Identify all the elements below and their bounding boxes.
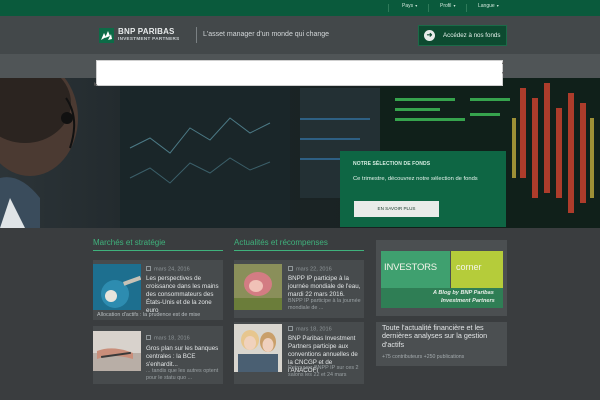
- access-funds-button[interactable]: ➜ Accédez à nos fonds: [418, 25, 507, 46]
- article-snippet: Allocation d'actifs : la prudence est de…: [97, 312, 201, 318]
- top-utility-bar: Pays ▾ Profil ▾ Langue ▾: [0, 0, 600, 16]
- article-snippet: Retrouvez BNPP IP sur ces 2 salons les 2…: [288, 365, 359, 378]
- news-section-title[interactable]: Actualités et récompenses: [234, 238, 328, 247]
- logo-subtitle[interactable]: INVESTMENT PARTNERS: [118, 36, 180, 41]
- language-selector[interactable]: Langue ▾: [478, 3, 499, 9]
- resize-handle-icon: ◣: [94, 81, 98, 87]
- article-date: mars 24, 2016: [146, 266, 190, 273]
- header-divider: [196, 27, 197, 43]
- article-headline[interactable]: Gros plan sur les banques centrales : la…: [146, 345, 222, 369]
- blog-subtitle-line-2: Investment Partners: [441, 298, 495, 304]
- profile-selector[interactable]: Profil ▾: [440, 3, 456, 9]
- article-headline[interactable]: Les perspectives de croissance dans les …: [146, 275, 224, 315]
- calendar-icon: [146, 335, 151, 340]
- article-date: mars 22, 2016: [288, 266, 332, 273]
- financial-news-stats: +75 contributeurs +250 publications: [382, 354, 465, 360]
- resize-handle-icon: ▲: [501, 60, 506, 66]
- profile-label: Profil: [440, 3, 452, 9]
- blog-subtitle-line-1: A Blog by BNP Paribas: [433, 290, 494, 296]
- chevron-down-icon: ▾: [495, 3, 499, 8]
- article-thumbnail[interactable]: [93, 331, 141, 371]
- markets-section-title[interactable]: Marchés et stratégie: [93, 238, 165, 247]
- article-thumbnail[interactable]: [234, 264, 282, 310]
- chevron-down-icon: ▾: [452, 3, 456, 8]
- calendar-icon: [146, 266, 151, 271]
- financial-news-title[interactable]: Toute l'actualité financière et les dern…: [382, 323, 504, 349]
- arrow-right-icon: ➜: [424, 30, 435, 41]
- section-underline: [93, 250, 223, 251]
- blog-corner-label: corner: [456, 262, 482, 272]
- promo-text: Ce trimestre, découvrez notre sélection …: [353, 176, 478, 182]
- country-label: Pays: [402, 3, 414, 9]
- logo-brand-name[interactable]: BNP PARIBAS: [118, 27, 175, 36]
- calendar-icon: [288, 326, 293, 331]
- header-tagline: L'asset manager d'un monde qui change: [203, 31, 330, 38]
- topbar-divider: [466, 4, 467, 12]
- hero-banner-image: [0, 78, 600, 228]
- search-input[interactable]: ◣ ▲ ▼: [94, 60, 506, 87]
- article-thumbnail[interactable]: [93, 264, 141, 310]
- language-label: Langue: [478, 3, 495, 9]
- article-date: mars 18, 2016: [146, 335, 190, 342]
- article-thumbnail[interactable]: [234, 324, 282, 372]
- calendar-icon: [288, 266, 293, 271]
- bnp-stars-logo-icon[interactable]: [99, 28, 114, 43]
- article-snippet: ... tandis que les autres optent pour le…: [146, 368, 219, 381]
- article-date: mars 18, 2016: [288, 326, 332, 333]
- topbar-divider: [428, 4, 429, 12]
- chevron-down-icon: ▾: [414, 3, 418, 8]
- blog-investors-label: INVESTORS: [384, 262, 437, 273]
- country-selector[interactable]: Pays ▾: [402, 3, 417, 9]
- section-underline: [234, 250, 364, 251]
- topbar-divider: [388, 4, 389, 12]
- article-snippet: BNPP IP participe à la journée mondiale …: [288, 298, 361, 311]
- learn-more-button[interactable]: EN SAVOIR PLUS: [354, 201, 439, 217]
- promo-kicker: NOTRE SÉLECTION DE FONDS: [353, 161, 431, 167]
- resize-handle-icon: ▼: [501, 71, 506, 77]
- access-funds-label: Accédez à nos fonds: [443, 32, 501, 39]
- article-headline[interactable]: BNPP IP participe à la journée mondiale …: [288, 275, 362, 299]
